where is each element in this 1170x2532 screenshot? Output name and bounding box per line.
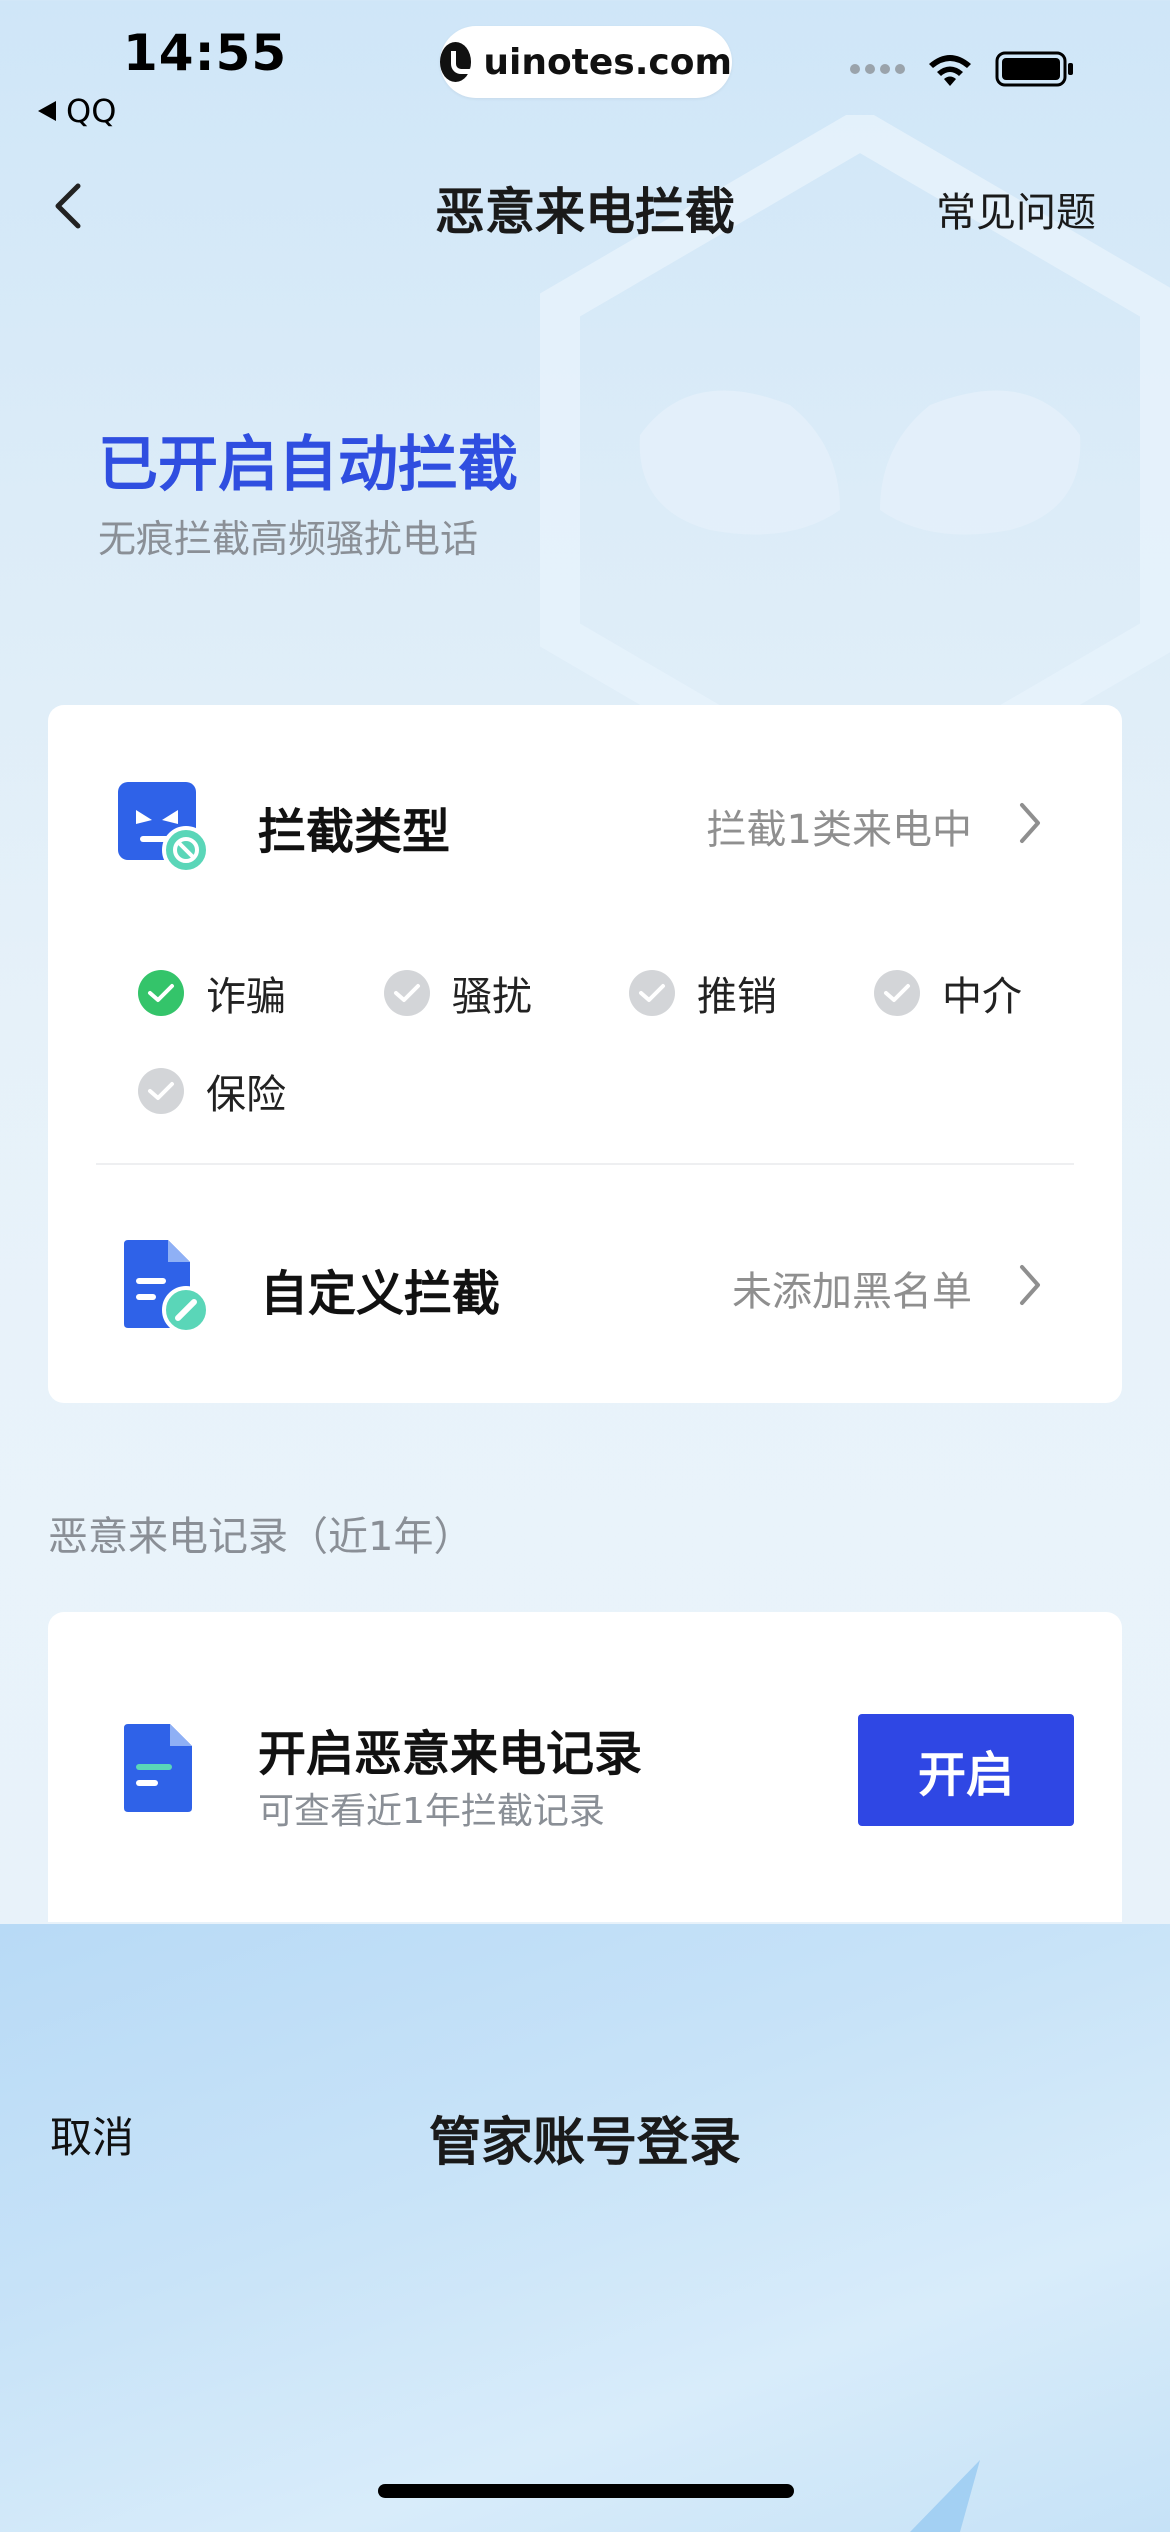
url-pill[interactable]: uinotes.com: [440, 26, 732, 98]
chevron-right-icon: [1020, 1265, 1040, 1305]
category-agency[interactable]: 中介: [874, 964, 1022, 1022]
card-divider: [96, 1163, 1074, 1165]
document-edit-icon: [124, 1240, 210, 1334]
intercept-type-title: 拦截类型: [258, 804, 451, 860]
category-harassment[interactable]: 骚扰: [384, 964, 532, 1022]
auto-intercept-status-title: 已开启自动拦截: [98, 430, 518, 500]
chevron-right-icon: [1020, 803, 1040, 843]
records-title: 开启恶意来电记录: [258, 1726, 643, 1782]
decorative-shape: [910, 2460, 980, 2532]
records-section-label: 恶意来电记录（近1年）: [48, 1514, 474, 1560]
category-fraud[interactable]: 诈骗: [138, 964, 286, 1022]
battery-icon: [995, 51, 1073, 87]
custom-intercept-title: 自定义拦截: [260, 1266, 501, 1322]
home-indicator[interactable]: [378, 2484, 794, 2498]
url-text: uinotes.com: [483, 41, 732, 83]
back-app-label: QQ: [66, 92, 117, 130]
enable-records-button[interactable]: 开启: [858, 1714, 1074, 1826]
category-label: 保险: [206, 1072, 286, 1118]
back-triangle-icon: [38, 101, 56, 121]
category-label: 骚扰: [452, 974, 532, 1020]
angry-face-block-icon: [118, 782, 210, 874]
signal-dots-icon: [850, 64, 905, 74]
status-time: 14:55: [123, 24, 288, 82]
status-icons: [850, 50, 1075, 88]
unchecked-icon: [138, 1068, 184, 1114]
unchecked-icon: [629, 970, 675, 1016]
category-insurance[interactable]: 保险: [138, 1062, 286, 1120]
auto-intercept-subtitle: 无痕拦截高频骚扰电话: [98, 517, 479, 561]
wifi-icon: [929, 55, 971, 86]
site-logo-icon: [440, 42, 480, 82]
unchecked-icon: [874, 970, 920, 1016]
records-subtitle: 可查看近1年拦截记录: [258, 1791, 605, 1832]
category-telemarketing[interactable]: 推销: [629, 964, 777, 1022]
checked-icon: [138, 970, 184, 1016]
custom-intercept-status: 未添加黑名单: [732, 1269, 972, 1315]
faq-link[interactable]: 常见问题: [936, 180, 1096, 238]
intercept-type-status: 拦截1类来电中: [706, 807, 972, 853]
category-label: 中介: [942, 974, 1022, 1020]
back-to-app-link[interactable]: QQ: [36, 92, 116, 130]
login-sheet-title: 管家账号登录: [428, 2113, 741, 2173]
document-icon: [124, 1724, 192, 1812]
category-label: 诈骗: [206, 974, 286, 1020]
unchecked-icon: [384, 970, 430, 1016]
category-label: 推销: [697, 974, 777, 1020]
